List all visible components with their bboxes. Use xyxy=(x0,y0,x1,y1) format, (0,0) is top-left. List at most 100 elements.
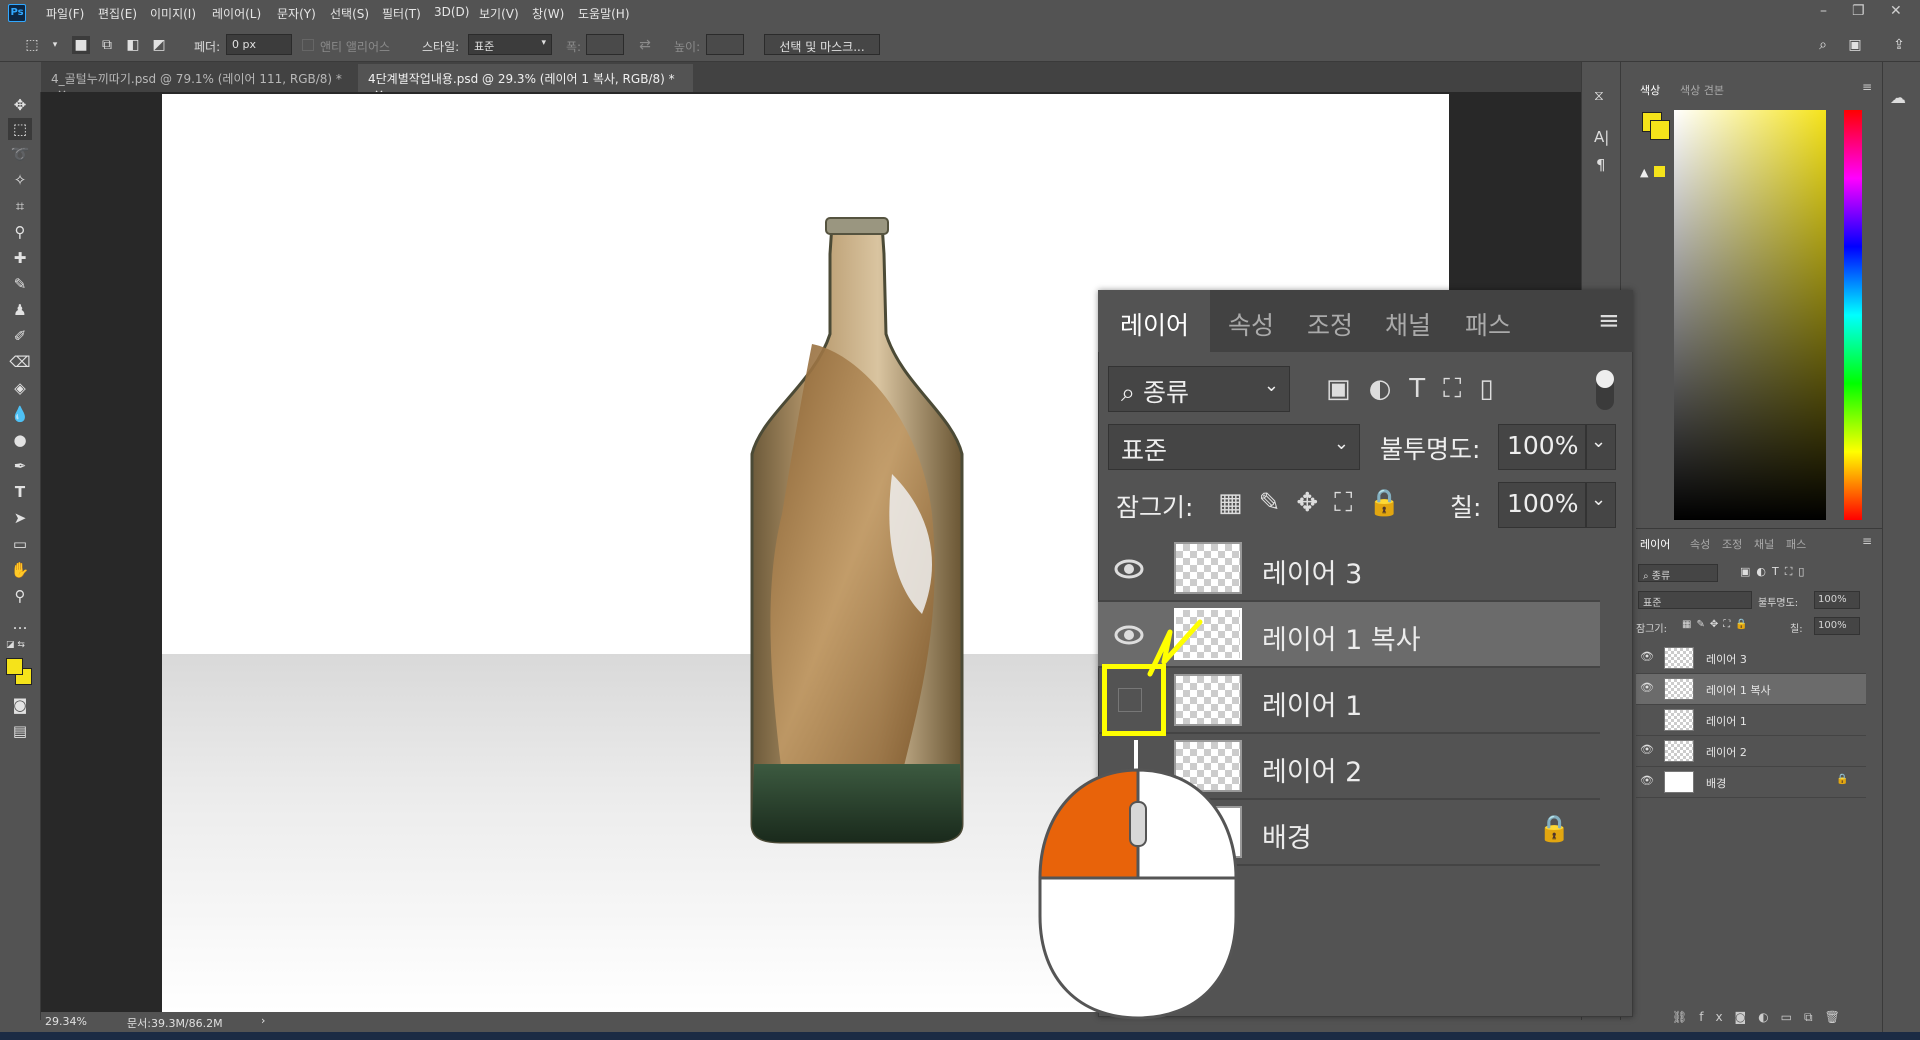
big-blend-select[interactable]: 표준 ⌄ xyxy=(1108,424,1360,470)
big-fill-input[interactable]: 100% xyxy=(1498,482,1586,528)
libraries-icon[interactable]: ☁ xyxy=(1890,88,1906,107)
restore-icon[interactable]: ❐ xyxy=(1852,3,1865,19)
more-tools-icon[interactable]: … xyxy=(8,613,32,635)
big-filter-icons[interactable]: ▣◐T⛶▯ xyxy=(1326,374,1512,405)
type-tool-icon[interactable]: T xyxy=(8,481,32,503)
layer-filter-select[interactable]: ⌕ 종류 xyxy=(1638,564,1718,582)
layer-filter-icons[interactable]: ▣◐T⛶▯ xyxy=(1740,565,1810,579)
big-tab-adjustments[interactable]: 조정 xyxy=(1307,306,1353,342)
menu-3d[interactable]: 3D(D) xyxy=(434,5,469,19)
eye-icon[interactable] xyxy=(1114,554,1144,584)
add-selection-icon[interactable]: ⧉ xyxy=(98,36,116,54)
layer-row[interactable]: 👁 레이어 3 xyxy=(1636,643,1866,674)
status-arrow-icon[interactable]: › xyxy=(261,1014,265,1027)
tab-paths[interactable]: 패스 xyxy=(1786,536,1806,552)
panel-menu-icon[interactable]: ≡ xyxy=(1598,306,1620,336)
stamp-tool-icon[interactable]: ♟ xyxy=(8,299,32,321)
search-icon[interactable]: ⌕ xyxy=(1814,36,1832,54)
tab-layers[interactable]: 레이어 xyxy=(1640,536,1670,552)
history-panel-icon[interactable]: ⧖ xyxy=(1594,88,1604,104)
hand-tool-icon[interactable]: ✋ xyxy=(8,559,32,581)
layer-footer-icons[interactable]: ⛓fx◙◐▭⧉🗑 xyxy=(1672,1010,1852,1025)
big-layer-row[interactable]: 레이어 3 xyxy=(1098,536,1600,602)
feather-input[interactable]: 0 px xyxy=(226,34,292,55)
style-select[interactable]: 표준 ▾ xyxy=(468,34,552,55)
layer-row[interactable]: 👁 레이어 2 xyxy=(1636,736,1866,767)
tab-swatches[interactable]: 색상 견본 xyxy=(1680,82,1724,98)
menu-image[interactable]: 이미지(I) xyxy=(150,5,196,22)
color-picker-field[interactable] xyxy=(1674,110,1826,520)
screen-mode-icon[interactable]: ▤ xyxy=(8,720,32,742)
panel-menu-icon[interactable]: ≡ xyxy=(1862,534,1872,548)
menu-help[interactable]: 도움말(H) xyxy=(578,5,630,22)
paint-bucket-icon[interactable]: ◈ xyxy=(8,377,32,399)
new-selection-icon[interactable]: ■ xyxy=(72,36,90,54)
tab-adjustments[interactable]: 조정 xyxy=(1722,536,1742,552)
tab-channels[interactable]: 채널 xyxy=(1754,536,1774,552)
rectangle-tool-icon[interactable]: ▭ xyxy=(8,533,32,555)
marquee-preset-icon[interactable]: ⬚ xyxy=(20,36,44,54)
menu-edit[interactable]: 편집(E) xyxy=(98,5,137,22)
visibility-off-box[interactable] xyxy=(1640,712,1654,726)
hue-slider[interactable] xyxy=(1844,110,1862,520)
workspace-icon[interactable]: ▣ xyxy=(1846,36,1864,54)
width-input[interactable] xyxy=(586,34,624,55)
marquee-tool-icon[interactable]: ⬚ xyxy=(8,118,32,140)
menu-filter[interactable]: 필터(T) xyxy=(382,5,421,22)
eyedropper-icon[interactable]: ⚲ xyxy=(8,221,32,243)
big-filter-select[interactable]: ⌕ 종류 ⌄ xyxy=(1108,366,1290,412)
subtract-selection-icon[interactable]: ◧ xyxy=(124,36,142,54)
menu-file[interactable]: 파일(F) xyxy=(46,5,84,22)
filter-toggle[interactable] xyxy=(1596,370,1614,410)
gamut-swatch[interactable] xyxy=(1654,166,1665,177)
big-tab-layers[interactable]: 레이어 xyxy=(1120,306,1189,342)
eye-icon[interactable]: 👁 xyxy=(1640,743,1654,757)
magic-wand-icon[interactable]: ✧ xyxy=(8,169,32,191)
big-tab-paths[interactable]: 패스 xyxy=(1465,306,1511,342)
chevron-down-icon[interactable]: ⌄ xyxy=(1586,482,1616,528)
menu-layer[interactable]: 레이어(L) xyxy=(212,5,261,22)
paragraph-panel-icon[interactable]: ¶ xyxy=(1596,156,1606,174)
chevron-down-icon[interactable]: ▾ xyxy=(46,36,64,54)
menu-type[interactable]: 문자(Y) xyxy=(277,5,316,22)
foreground-color-swatch[interactable] xyxy=(6,658,23,675)
eye-icon[interactable]: 👁 xyxy=(1640,774,1654,788)
dodge-tool-icon[interactable]: ● xyxy=(8,429,32,451)
lasso-tool-icon[interactable]: ➰ xyxy=(8,143,32,165)
close-window-icon[interactable]: ✕ xyxy=(1890,3,1902,19)
menu-window[interactable]: 창(W) xyxy=(532,5,564,22)
big-tab-properties[interactable]: 속성 xyxy=(1228,306,1274,342)
eye-icon[interactable]: 👁 xyxy=(1640,681,1654,695)
tab-properties[interactable]: 속성 xyxy=(1690,536,1710,552)
zoom-level[interactable]: 29.34% xyxy=(45,1015,87,1028)
default-colors-icon[interactable]: ◪ ⇆ xyxy=(6,640,25,650)
blend-mode-select[interactable]: 표준 xyxy=(1638,591,1752,609)
pen-tool-icon[interactable]: ✒ xyxy=(8,455,32,477)
height-input[interactable] xyxy=(706,34,744,55)
layer-row[interactable]: 👁 배경 🔒 xyxy=(1636,767,1866,798)
blur-tool-icon[interactable]: 💧 xyxy=(8,403,32,425)
bg-color-swatch[interactable] xyxy=(1650,120,1670,140)
move-tool-icon[interactable]: ✥ xyxy=(8,94,32,116)
eraser-tool-icon[interactable]: ⌫ xyxy=(8,351,32,373)
character-panel-icon[interactable]: A| xyxy=(1594,128,1609,146)
layer-row-selected[interactable]: 👁 레이어 1 복사 xyxy=(1636,674,1866,705)
path-select-icon[interactable]: ➤ xyxy=(8,507,32,529)
big-lock-icons[interactable]: ▦✎✥⛶🔒 xyxy=(1218,488,1417,519)
zoom-tool-icon[interactable]: ⚲ xyxy=(8,585,32,607)
menu-select[interactable]: 선택(S) xyxy=(330,5,369,22)
minimize-icon[interactable]: – xyxy=(1820,3,1827,19)
antialias-checkbox[interactable] xyxy=(302,39,314,51)
menu-view[interactable]: 보기(V) xyxy=(479,5,519,22)
brush-tool-icon[interactable]: ✎ xyxy=(8,273,32,295)
history-brush-icon[interactable]: ✐ xyxy=(8,325,32,347)
panel-menu-icon[interactable]: ≡ xyxy=(1862,80,1872,94)
crop-tool-icon[interactable]: ⌗ xyxy=(8,195,32,217)
quick-mask-icon[interactable]: ◙ xyxy=(8,694,32,716)
opacity-input[interactable]: 100% xyxy=(1814,591,1860,609)
big-opacity-input[interactable]: 100% xyxy=(1498,424,1586,470)
share-icon[interactable]: ⇪ xyxy=(1890,36,1908,54)
intersect-selection-icon[interactable]: ◩ xyxy=(150,36,168,54)
doc-tab-1[interactable]: 4_골털누끼따기.psd @ 79.1% (레이어 111, RGB/8) * … xyxy=(41,64,355,101)
tab-color[interactable]: 색상 xyxy=(1640,82,1660,98)
